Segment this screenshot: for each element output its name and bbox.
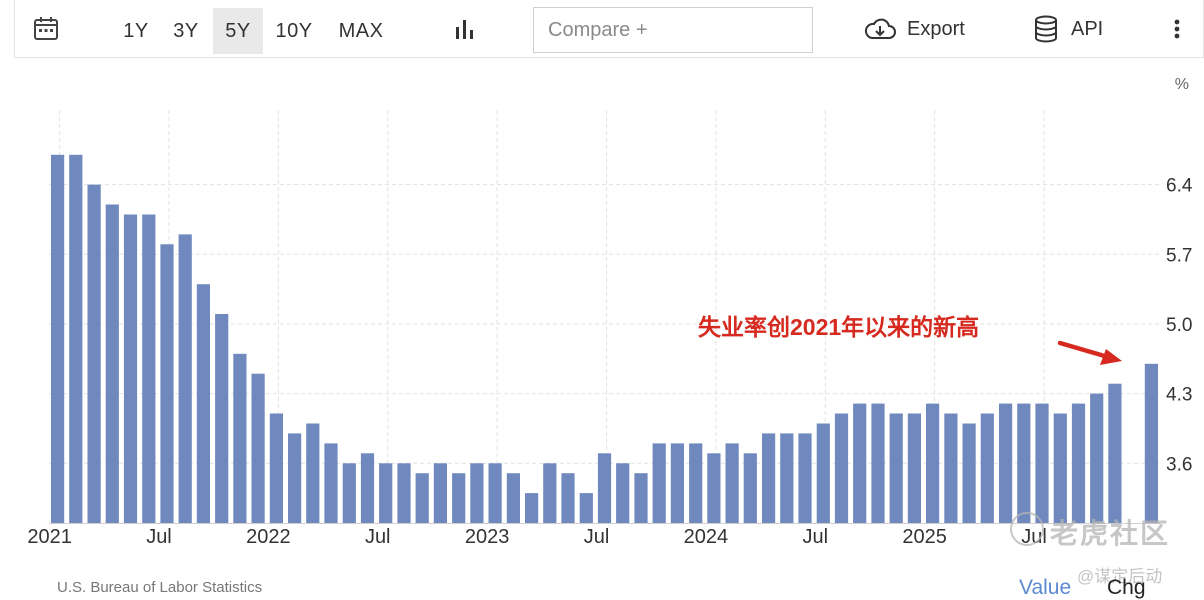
x-tick-label: 2025: [902, 526, 947, 548]
bar[interactable]: [69, 154, 83, 524]
bar[interactable]: [342, 463, 356, 523]
range-10y-button[interactable]: 10Y: [269, 8, 319, 54]
bar[interactable]: [907, 413, 921, 524]
range-5y-button[interactable]: 5Y: [213, 8, 263, 54]
database-icon: [1035, 15, 1057, 43]
y-tick-label: 3.6: [1166, 454, 1192, 475]
export-button[interactable]: Export: [863, 0, 965, 58]
bar[interactable]: [379, 463, 393, 523]
more-options-icon[interactable]: [1173, 0, 1181, 58]
annotation-arrow: [1057, 340, 1122, 365]
x-tick-label: 2021: [27, 526, 72, 548]
bar[interactable]: [1108, 383, 1122, 523]
bar[interactable]: [561, 473, 575, 523]
chart-type-icon[interactable]: [453, 0, 475, 58]
x-tick-label: Jul: [802, 526, 828, 548]
bar[interactable]: [269, 413, 283, 524]
calendar-icon[interactable]: [33, 0, 59, 58]
chg-tab[interactable]: Chg: [1107, 576, 1146, 600]
range-1y-button[interactable]: 1Y: [115, 8, 157, 54]
bar[interactable]: [743, 453, 757, 523]
bar[interactable]: [415, 473, 429, 523]
x-tick-label: 2022: [246, 526, 291, 548]
bar[interactable]: [251, 373, 265, 523]
bar[interactable]: [306, 423, 320, 524]
watermark-logo-icon: [1010, 512, 1044, 546]
api-button[interactable]: API: [1033, 0, 1103, 58]
bar[interactable]: [397, 463, 411, 523]
range-3y-button[interactable]: 3Y: [165, 8, 207, 54]
api-label: API: [1071, 17, 1104, 40]
bar[interactable]: [579, 493, 593, 523]
bar[interactable]: [652, 443, 666, 523]
bar[interactable]: [488, 463, 502, 523]
watermark-text: 老虎社区: [1050, 518, 1171, 549]
bar[interactable]: [160, 244, 174, 524]
y-tick-label: 5.7: [1166, 245, 1192, 266]
bar[interactable]: [871, 403, 885, 523]
compare-input[interactable]: [533, 7, 813, 53]
y-axis-unit: %: [1175, 76, 1189, 93]
bar[interactable]: [962, 423, 976, 524]
bar[interactable]: [543, 463, 557, 523]
bar[interactable]: [1144, 363, 1158, 523]
cloud-download-icon: [864, 18, 896, 39]
bar[interactable]: [798, 433, 812, 523]
bar[interactable]: [834, 413, 849, 524]
source-label: U.S. Bureau of Labor Statistics: [57, 579, 263, 596]
x-tick-label: Jul: [365, 526, 391, 548]
y-tick-label: 4.3: [1166, 385, 1192, 406]
bar[interactable]: [105, 204, 119, 524]
bar[interactable]: [670, 443, 684, 523]
bar[interactable]: [506, 473, 520, 523]
bar[interactable]: [597, 453, 612, 523]
bar[interactable]: [725, 443, 739, 523]
bar[interactable]: [51, 154, 65, 524]
bar[interactable]: [689, 443, 703, 523]
bar[interactable]: [178, 234, 192, 523]
annotation-text: 失业率创2021年以来的新高: [698, 314, 979, 340]
bar[interactable]: [634, 473, 648, 523]
bar[interactable]: [944, 413, 958, 524]
bar[interactable]: [926, 403, 940, 523]
bar[interactable]: [233, 353, 247, 523]
x-tick-label: 2023: [465, 526, 510, 548]
bar[interactable]: [780, 433, 794, 523]
y-tick-label: 6.4: [1166, 176, 1193, 197]
bar[interactable]: [123, 214, 138, 524]
bar[interactable]: [816, 423, 830, 524]
bar[interactable]: [762, 433, 776, 523]
bar[interactable]: [452, 473, 466, 523]
bar[interactable]: [707, 453, 721, 523]
bar[interactable]: [215, 314, 229, 523]
export-label: Export: [907, 17, 965, 40]
bar[interactable]: [1090, 393, 1104, 523]
x-tick-label: Jul: [584, 526, 610, 548]
x-tick-label: 2024: [684, 526, 729, 548]
bar[interactable]: [142, 214, 156, 524]
bar[interactable]: [1035, 403, 1049, 523]
bar[interactable]: [360, 453, 375, 523]
bar[interactable]: [470, 463, 484, 523]
bar[interactable]: [889, 413, 903, 524]
bar[interactable]: [324, 443, 338, 523]
bar[interactable]: [525, 493, 539, 523]
bar[interactable]: [1017, 403, 1031, 523]
bar[interactable]: [616, 463, 630, 523]
bar[interactable]: [196, 284, 210, 523]
unemployment-bar-chart: 3.6 4.3 5.0 5.7 6.4 2021 Jul 2022 Jul 2023 Jul 202…: [27, 76, 1193, 548]
toolbar: 1Y 3Y 5Y 10Y MAX Export API: [14, 0, 1204, 58]
x-tick-label: Jul: [146, 526, 172, 548]
bar[interactable]: [433, 463, 447, 523]
bar[interactable]: [288, 433, 302, 523]
bar[interactable]: [87, 184, 101, 523]
bar[interactable]: [999, 403, 1013, 523]
bar[interactable]: [853, 403, 867, 523]
y-tick-label: 5.0: [1166, 315, 1192, 336]
bar[interactable]: [980, 413, 994, 524]
bar[interactable]: [1053, 413, 1067, 524]
range-max-button[interactable]: MAX: [331, 8, 391, 54]
value-tab[interactable]: Value: [1019, 576, 1071, 600]
bar[interactable]: [1071, 403, 1086, 523]
